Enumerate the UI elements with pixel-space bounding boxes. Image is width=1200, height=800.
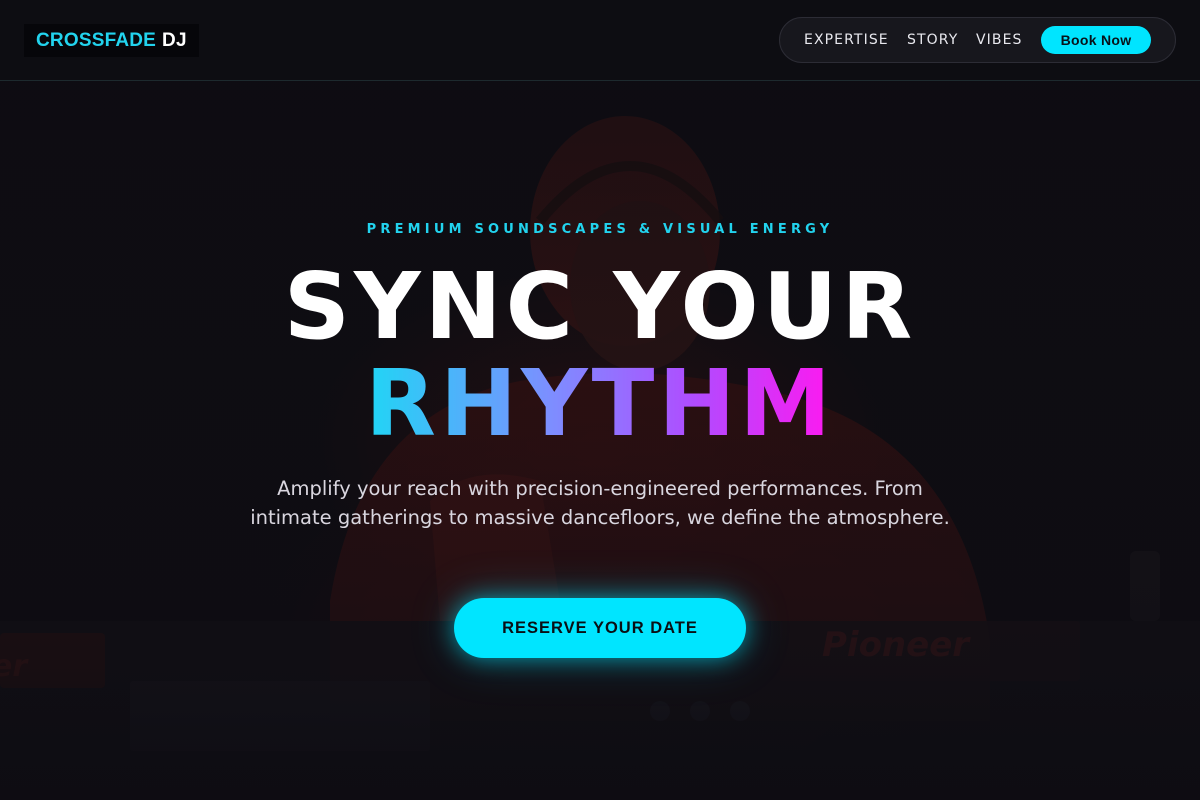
- main-nav: EXPERTISE STORY VIBES Book Now: [779, 17, 1176, 63]
- nav-link-expertise[interactable]: EXPERTISE: [804, 18, 889, 62]
- landing-page: CROSSFADE DJ EXPERTISE STORY VIBES Book …: [0, 0, 1200, 800]
- reserve-date-button[interactable]: RESERVE YOUR DATE: [454, 598, 746, 658]
- nav-link-vibes[interactable]: VIBES: [976, 18, 1023, 62]
- hero-headline-accent: RHYTHM: [0, 352, 1200, 456]
- hero-headline-gradient-text: RHYTHM: [365, 350, 835, 457]
- book-now-button[interactable]: Book Now: [1041, 26, 1151, 54]
- brand-logo[interactable]: CROSSFADE DJ: [24, 24, 199, 57]
- hero-description: Amplify your reach with precision-engine…: [250, 477, 950, 529]
- hero-eyebrow: PREMIUM SOUNDSCAPES & VISUAL ENERGY: [366, 222, 834, 237]
- logo-text-primary: CROSSFADE: [36, 29, 157, 51]
- hero-headline: SYNC YOUR: [283, 253, 917, 360]
- site-header: CROSSFADE DJ EXPERTISE STORY VIBES Book …: [0, 0, 1200, 81]
- logo-text-secondary: DJ: [162, 29, 187, 51]
- nav-link-story[interactable]: STORY: [907, 18, 958, 62]
